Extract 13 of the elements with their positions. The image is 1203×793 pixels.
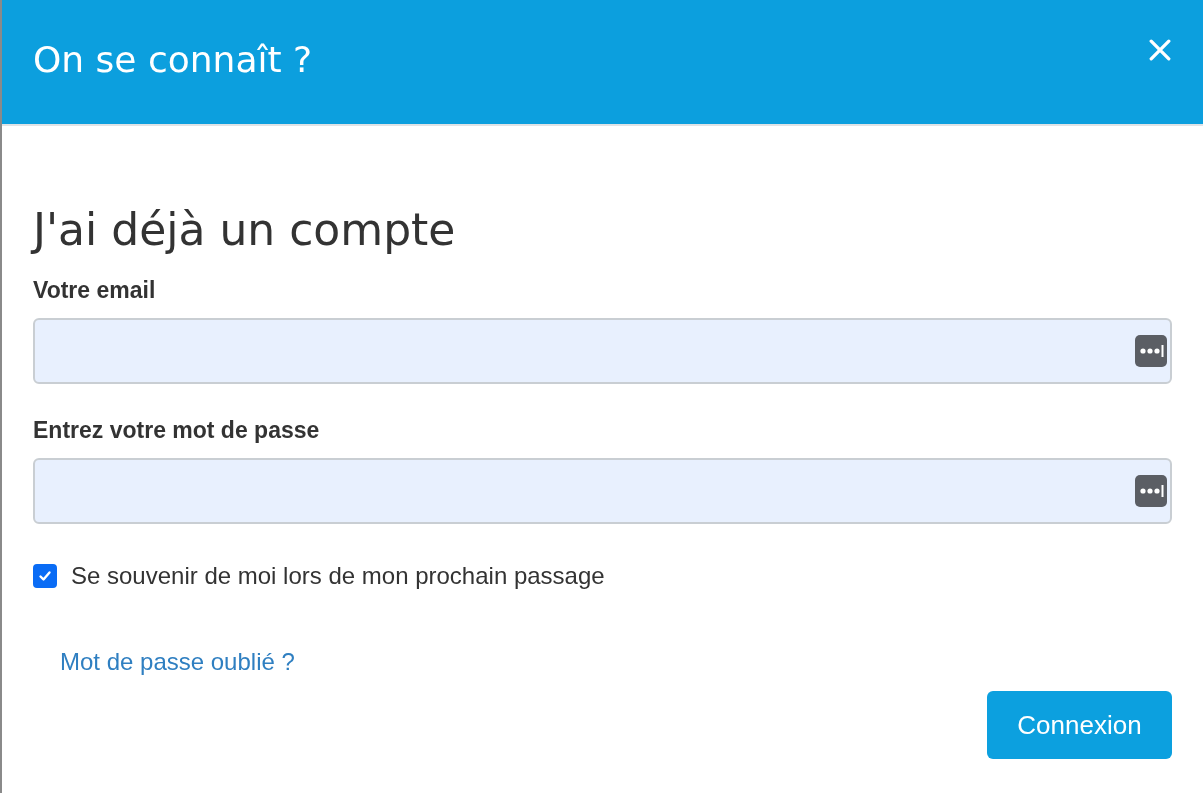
close-icon[interactable] — [1149, 39, 1171, 61]
password-manager-icon[interactable] — [1135, 475, 1167, 507]
checkbox-label: Se souvenir de moi lors de mon prochain passage — [71, 562, 605, 590]
input-field[interactable] — [33, 318, 1172, 384]
check-icon — [37, 568, 53, 584]
forgot-password-link[interactable]: Mot de passe oublié ? — [60, 648, 295, 676]
field-label: Votre email — [33, 276, 157, 304]
dialog-title: On se connaît ? — [33, 38, 313, 82]
login-button[interactable]: Connexion — [987, 691, 1172, 759]
password-manager-icon[interactable] — [1135, 335, 1167, 367]
input-field[interactable] — [33, 458, 1172, 524]
remember-checkbox[interactable] — [33, 564, 57, 588]
field-label: Entrez votre mot de passe — [33, 416, 321, 444]
